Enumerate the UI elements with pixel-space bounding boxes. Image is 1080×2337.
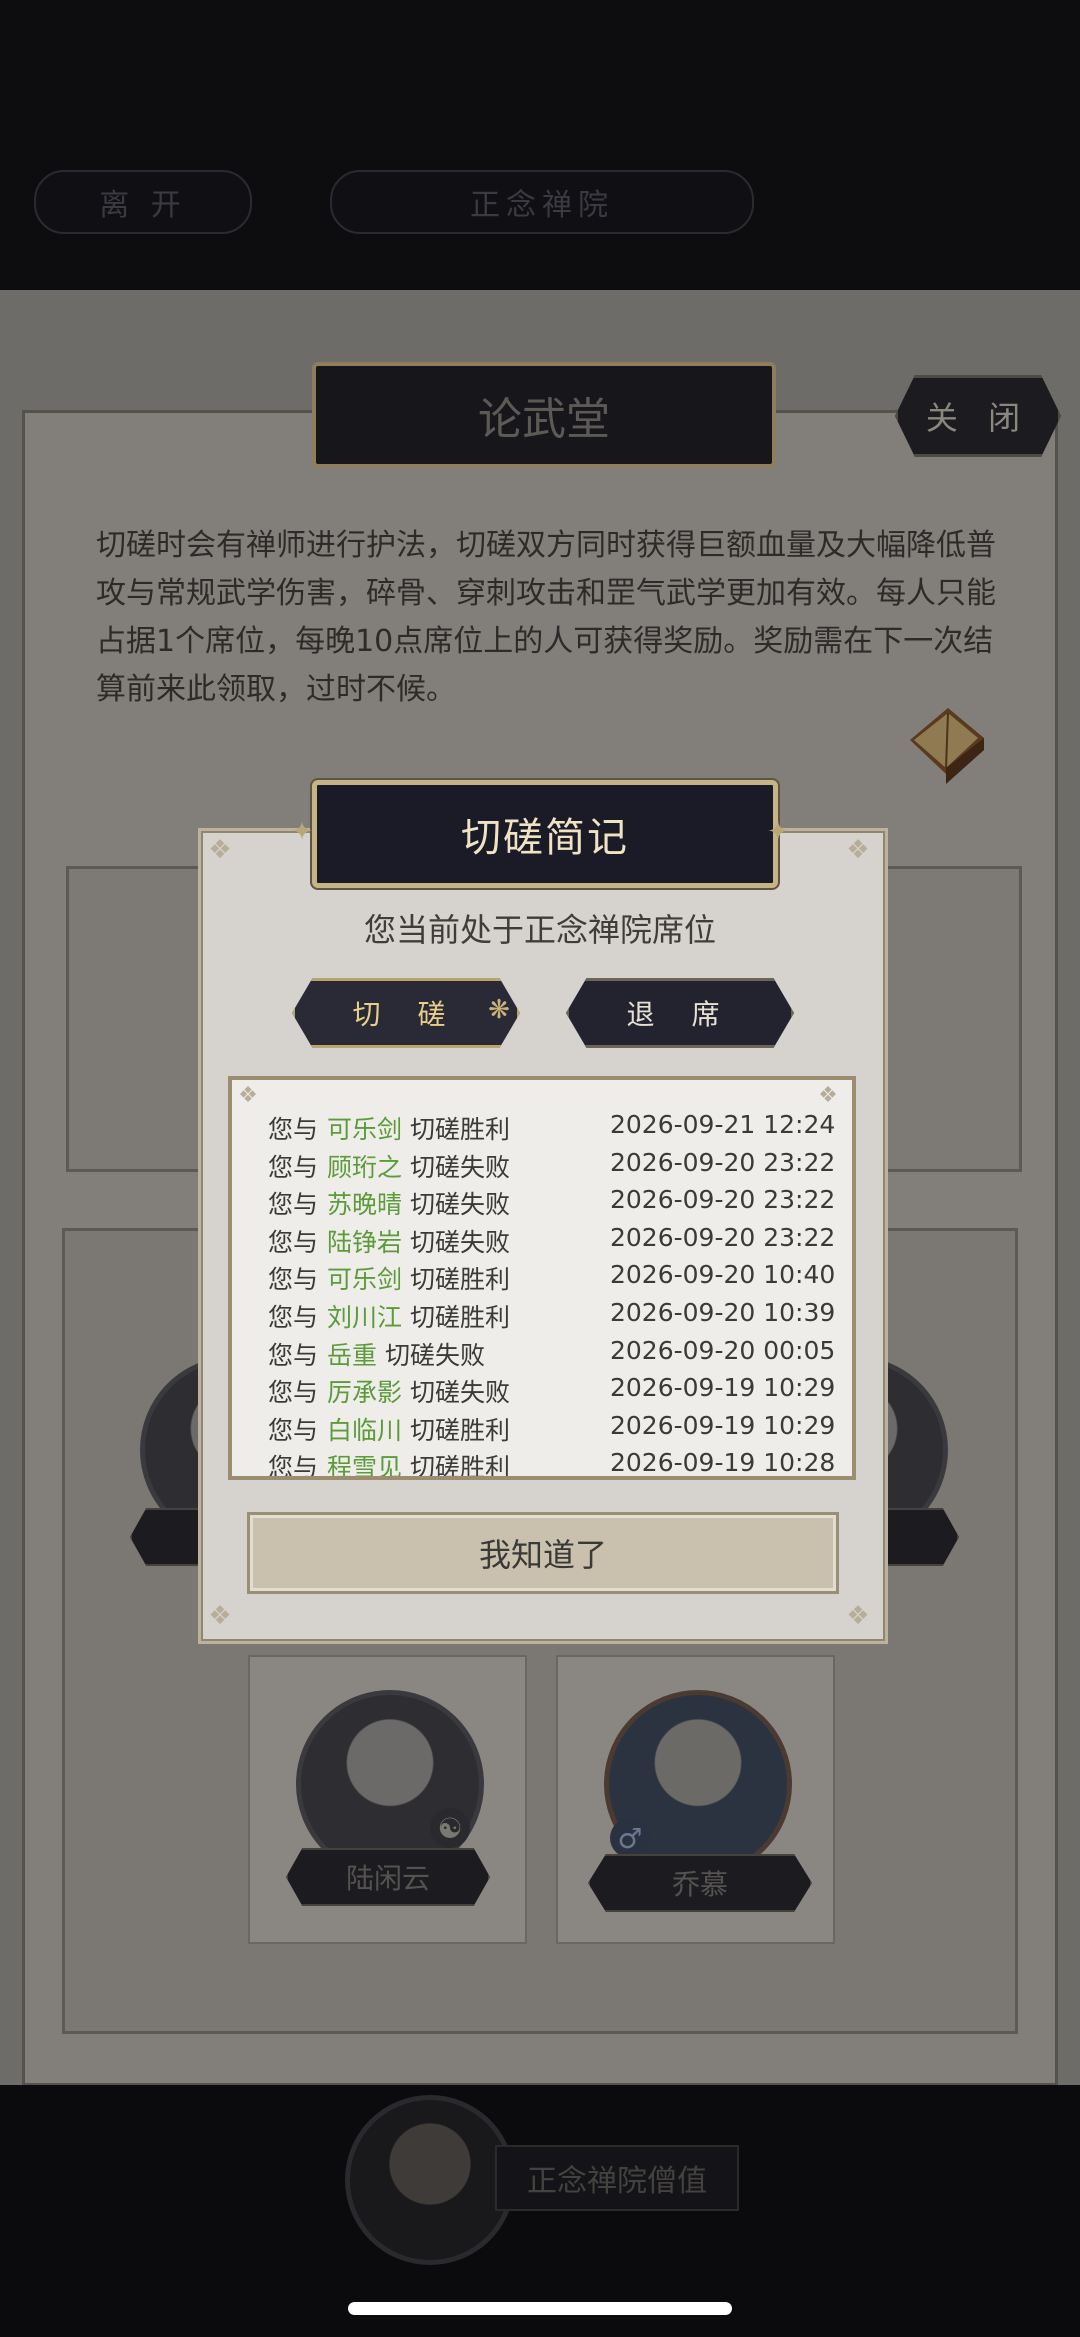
- bottom-strip: [0, 2085, 1080, 2337]
- monk-avatar[interactable]: [345, 2095, 515, 2265]
- record-result: 切磋失败: [410, 1190, 511, 1220]
- top-bar: [0, 0, 1080, 290]
- record-time: 2026-09-20 10:40: [610, 1260, 836, 1290]
- title-ornament-icon: ✦: [291, 817, 313, 847]
- corner-ornament: ❖: [238, 1083, 258, 1108]
- list-item: 您与 厉承影 切磋失败 2026-09-19 10:29: [268, 1373, 835, 1409]
- opponent-name[interactable]: 白临川: [327, 1411, 402, 1447]
- opponent-name[interactable]: 可乐剑: [327, 1260, 402, 1296]
- corner-ornament: ❖: [818, 1083, 838, 1108]
- record-time: 2026-09-21 12:24: [610, 1110, 836, 1139]
- seat-name[interactable]: 乔慕: [588, 1854, 812, 1912]
- opponent-name[interactable]: 岳重: [327, 1336, 377, 1372]
- record-result: 切磋胜利: [410, 1115, 511, 1144]
- record-time: 2026-09-20 00:05: [610, 1335, 836, 1365]
- location-title: 正念禅院: [330, 170, 754, 234]
- record-time: 2026-09-20 10:39: [610, 1298, 836, 1327]
- hall-title: 论武堂: [312, 362, 776, 468]
- list-item: 您与 顾珩之 切磋失败 2026-09-20 23:22: [268, 1148, 835, 1184]
- record-result: 切磋失败: [410, 1378, 511, 1408]
- opponent-name[interactable]: 顾珩之: [327, 1148, 402, 1184]
- record-time: 2026-09-19 10:28: [610, 1448, 836, 1478]
- ornament-icon: ❋: [488, 995, 510, 1025]
- corner-ornament: ❖: [846, 1601, 870, 1631]
- record-prefix: 您与: [268, 1152, 319, 1182]
- list-item: 您与 程雪见 切磋胜利 2026-09-19 10:28: [268, 1448, 835, 1480]
- home-indicator: [348, 2302, 732, 2315]
- yin-yang-icon: ☯: [430, 1808, 470, 1848]
- acknowledge-button[interactable]: 我知道了: [247, 1512, 839, 1594]
- record-time: 2026-09-19 10:29: [610, 1373, 836, 1403]
- opponent-name[interactable]: 刘川江: [327, 1298, 402, 1334]
- record-result: 切磋失败: [410, 1152, 511, 1182]
- record-prefix: 您与: [268, 1378, 319, 1408]
- male-icon: ♂: [610, 1818, 650, 1858]
- record-prefix: 您与: [268, 1453, 319, 1480]
- record-result: 切磋胜利: [410, 1265, 511, 1295]
- record-result: 切磋胜利: [410, 1453, 511, 1480]
- list-item: 您与 刘川江 切磋胜利 2026-09-20 10:39: [268, 1298, 835, 1334]
- list-item: 您与 陆铮岩 切磋失败 2026-09-20 23:22: [268, 1223, 835, 1259]
- opponent-name[interactable]: 程雪见: [327, 1448, 402, 1476]
- record-prefix: 您与: [268, 1227, 319, 1257]
- record-prefix: 您与: [268, 1303, 319, 1332]
- monk-label[interactable]: 正念禅院僧值: [495, 2145, 739, 2211]
- dialog-title: 切磋简记: [461, 815, 629, 861]
- record-prefix: 您与: [268, 1340, 319, 1370]
- record-prefix: 您与: [268, 1265, 319, 1295]
- record-prefix: 您与: [268, 1190, 319, 1220]
- book-icon[interactable]: [900, 700, 990, 790]
- hall-description: 切磋时会有禅师进行护法，切磋双方同时获得巨额血量及大幅降低普攻与常规武学伤害，碎…: [96, 528, 996, 707]
- opponent-name[interactable]: 厉承影: [327, 1373, 402, 1409]
- leave-button[interactable]: 离 开: [34, 170, 252, 234]
- record-time: 2026-09-20 23:22: [610, 1185, 836, 1215]
- status-text: 您当前处于正念禅院席位: [363, 911, 716, 949]
- record-prefix: 您与: [268, 1415, 319, 1445]
- spar-log-list[interactable]: ❖ ❖ 您与 可乐剑 切磋胜利 2026-09-21 12:24 您与 顾珩之 切磋失败 20…: [228, 1076, 856, 1480]
- list-item: 您与 白临川 切磋胜利 2026-09-19 10:29: [268, 1411, 835, 1447]
- record-prefix: 您与: [268, 1115, 319, 1144]
- record-result: 切磋失败: [410, 1227, 511, 1257]
- record-result: 切磋胜利: [410, 1303, 511, 1332]
- list-item: 您与 可乐剑 切磋胜利 2026-09-20 10:40: [268, 1260, 835, 1296]
- corner-ornament: ❖: [846, 835, 870, 865]
- close-button[interactable]: 关 闭: [895, 375, 1061, 457]
- record-time: 2026-09-20 23:22: [610, 1147, 836, 1177]
- list-item: 您与 苏晚晴 切磋失败 2026-09-20 23:22: [268, 1185, 835, 1221]
- list-item: 您与 岳重 切磋失败 2026-09-20 00:05: [268, 1336, 835, 1372]
- opponent-name[interactable]: 苏晚晴: [327, 1185, 402, 1221]
- opponent-name[interactable]: 陆铮岩: [327, 1223, 402, 1259]
- list-item: 您与 可乐剑 切磋胜利 2026-09-21 12:24: [268, 1110, 835, 1146]
- corner-ornament: ❖: [208, 1601, 232, 1631]
- seat-name[interactable]: 陆闲云: [286, 1848, 490, 1906]
- leave-seat-button[interactable]: 退 席: [566, 978, 794, 1048]
- corner-ornament: ❖: [208, 835, 232, 865]
- record-time: 2026-09-20 23:22: [610, 1222, 836, 1252]
- record-result: 切磋胜利: [410, 1415, 511, 1445]
- opponent-name[interactable]: 可乐剑: [327, 1110, 402, 1146]
- record-result: 切磋失败: [385, 1340, 486, 1370]
- record-time: 2026-09-19 10:29: [610, 1410, 836, 1440]
